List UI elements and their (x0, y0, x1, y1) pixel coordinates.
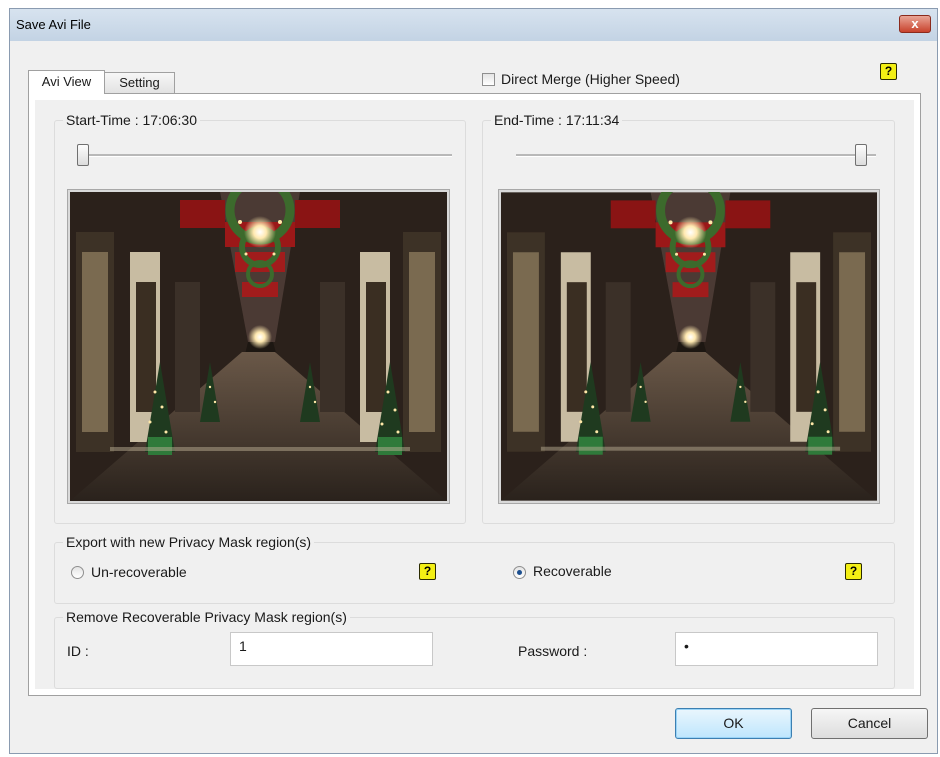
unrecoverable-help-icon[interactable]: ? (419, 563, 436, 580)
recoverable-radio[interactable] (513, 566, 526, 579)
end-time-label: End-Time : 17:11:34 (491, 112, 623, 128)
tab-setting[interactable]: Setting (104, 72, 175, 94)
recoverable-help-icon[interactable]: ? (845, 563, 862, 580)
save-avi-dialog: Save Avi File x Avi View Setting Direct … (9, 8, 938, 754)
help-icon[interactable]: ? (880, 63, 897, 80)
dialog-client-area: Avi View Setting Direct Merge (Higher Sp… (10, 41, 937, 753)
unrecoverable-radio[interactable] (71, 566, 84, 579)
end-time-group: End-Time : 17:11:34 (482, 112, 895, 524)
tab-avi-view[interactable]: Avi View (28, 70, 105, 94)
tab-setting-label: Setting (119, 75, 160, 90)
start-frame-preview (67, 189, 450, 504)
arcade-image (501, 192, 877, 501)
avi-view-content: Start-Time : 17:06:30 End-Time: 17:11:3… (35, 100, 914, 689)
radio-selected-dot (517, 570, 522, 575)
cancel-button[interactable]: Cancel (811, 708, 928, 739)
start-time-slider-track[interactable] (77, 154, 452, 157)
arcade-image (70, 192, 447, 501)
tab-avi-view-label: Avi View (41, 74, 92, 89)
start-time-slider-thumb[interactable] (77, 144, 89, 166)
unrecoverable-label: Un-recoverable (91, 564, 187, 580)
start-time-group: Start-Time : 17:06:30 (54, 112, 466, 524)
privacy-mask-export-label: Export with new Privacy Mask region(s) (63, 534, 315, 550)
start-time-label: Start-Time : 17:06:30 (63, 112, 200, 128)
title-bar[interactable]: Save Avi File x (10, 9, 937, 42)
id-label: ID : (67, 643, 89, 659)
recoverable-label: Recoverable (533, 563, 612, 579)
id-input[interactable]: 1 (230, 632, 433, 666)
password-input[interactable]: • (675, 632, 878, 666)
avi-view-panel: Start-Time : 17:06:30 End-Time: 17:11:3… (28, 93, 921, 696)
remove-privacy-mask-label: Remove Recoverable Privacy Mask region(s… (63, 609, 350, 625)
window-title: Save Avi File (16, 17, 91, 32)
direct-merge-checkbox[interactable] (482, 73, 495, 86)
end-time-slider-track[interactable] (516, 154, 876, 157)
ok-button[interactable]: OK (675, 708, 792, 739)
close-icon: x (911, 16, 919, 31)
end-frame-preview (498, 189, 880, 504)
end-time-slider-thumb[interactable] (855, 144, 867, 166)
password-label: Password : (518, 643, 588, 659)
privacy-mask-export-group: Export with new Privacy Mask region(s) U… (54, 534, 895, 604)
direct-merge-label: Direct Merge (Higher Speed) (501, 71, 680, 87)
remove-privacy-mask-group: Remove Recoverable Privacy Mask region(s… (54, 609, 895, 689)
close-button[interactable]: x (899, 15, 931, 33)
